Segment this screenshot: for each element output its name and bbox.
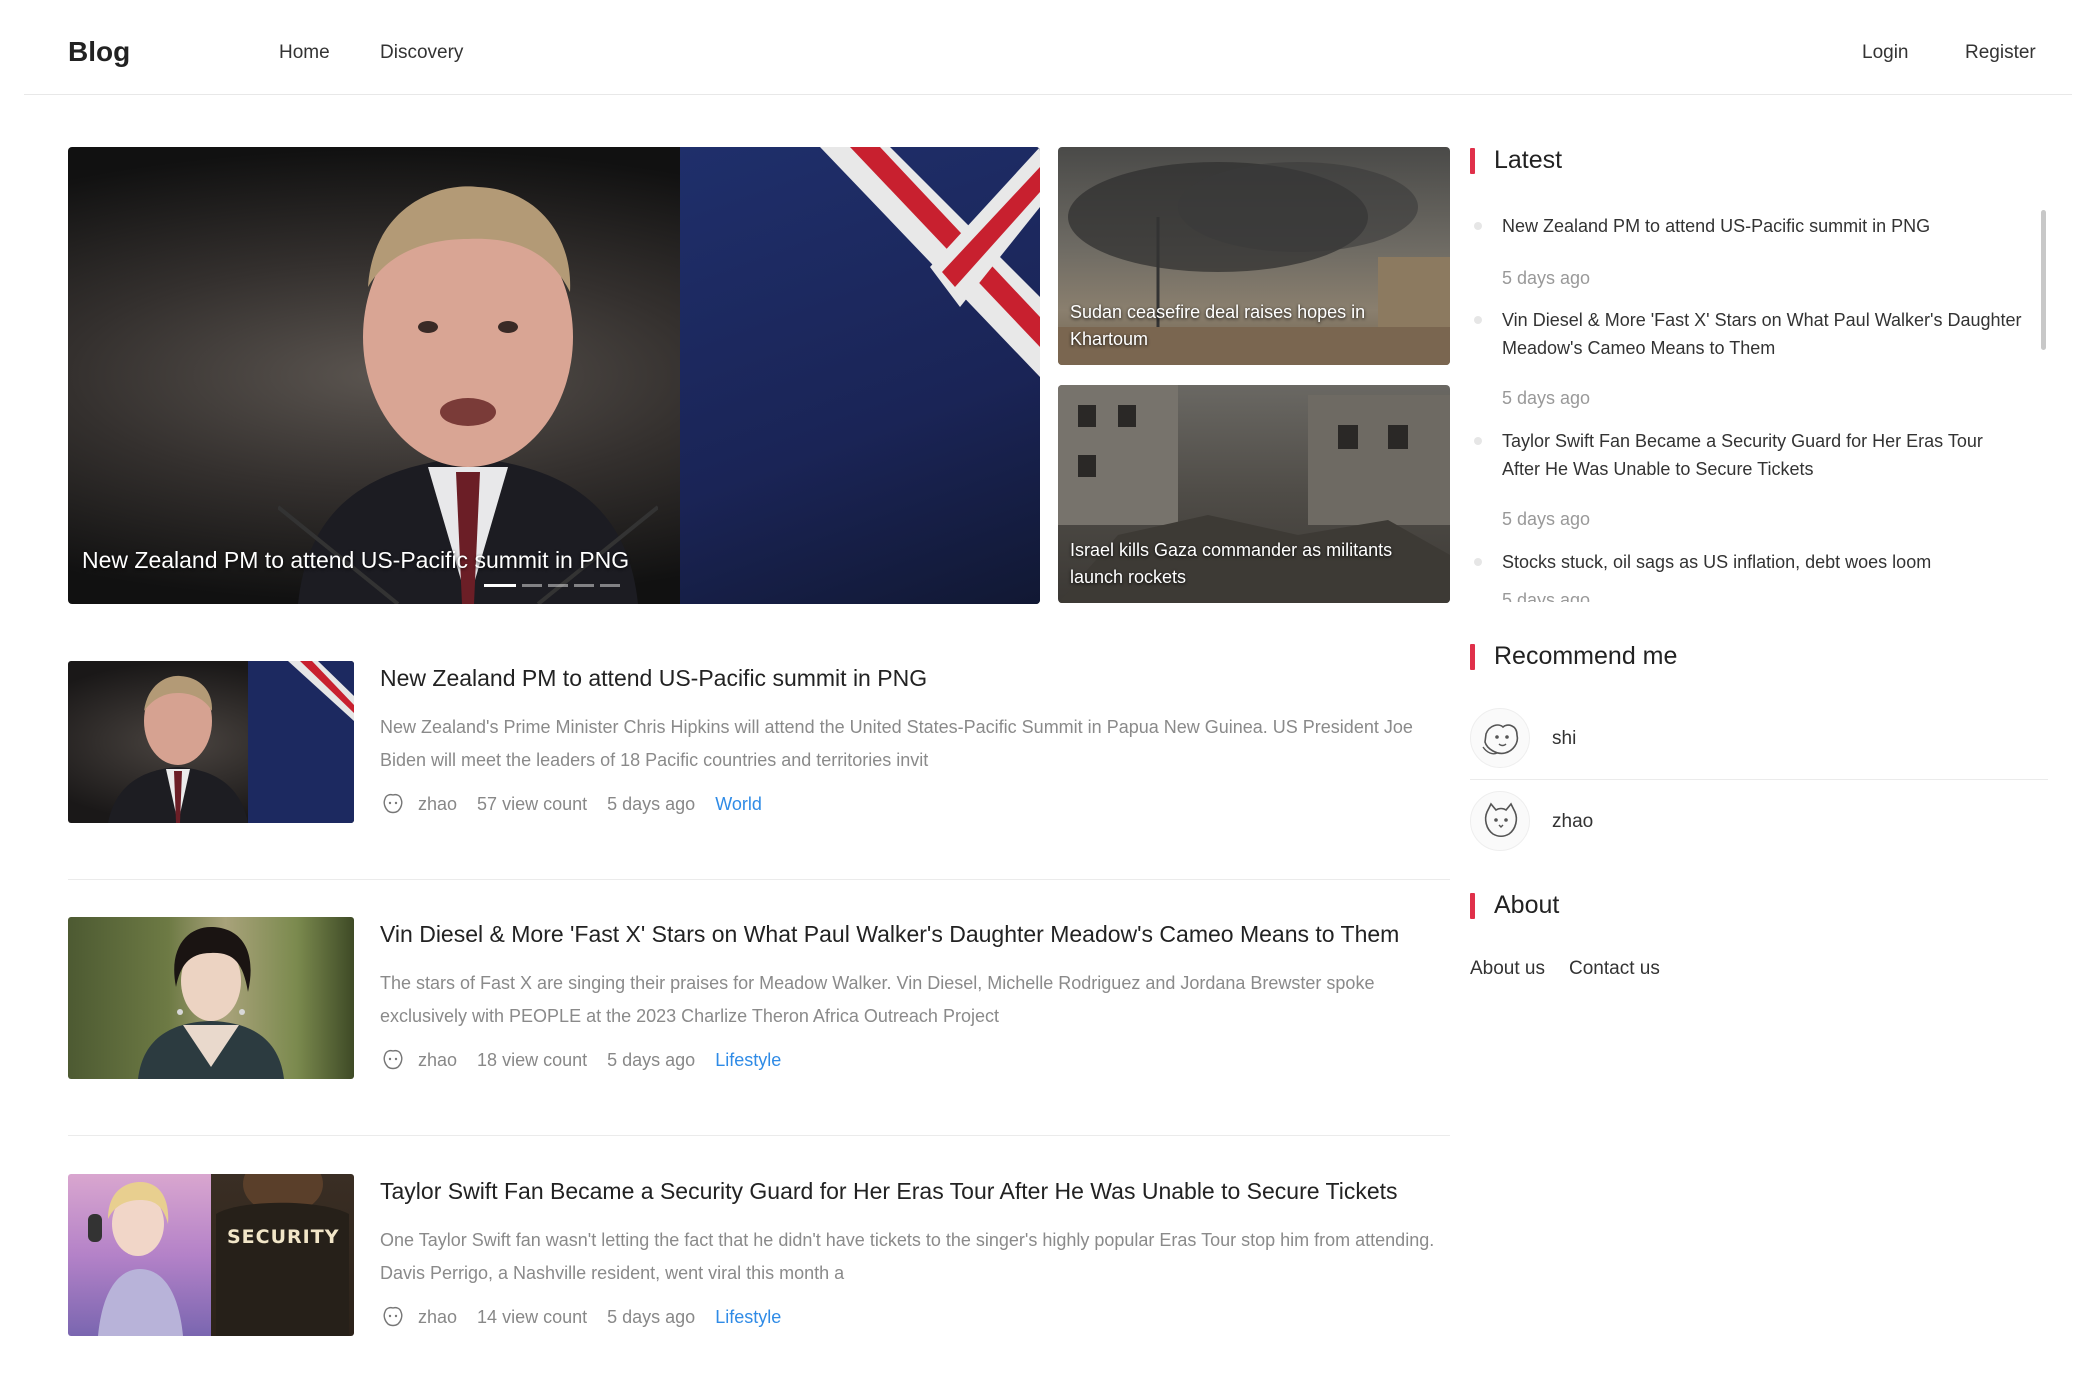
article-meta: zhao 57 view count 5 days ago World bbox=[380, 791, 782, 817]
article-category-link[interactable]: Lifestyle bbox=[715, 1050, 781, 1071]
nav-discovery[interactable]: Discovery bbox=[380, 42, 463, 64]
security-label: SECURITY bbox=[227, 1226, 340, 1248]
carousel-dot-3[interactable] bbox=[548, 584, 568, 587]
article-item[interactable]: New Zealand PM to attend US-Pacific summ… bbox=[68, 661, 1450, 823]
article-title[interactable]: Taylor Swift Fan Became a Security Guard… bbox=[380, 1178, 1398, 1205]
cat-avatar-icon bbox=[1484, 802, 1518, 838]
latest-item-title[interactable]: Vin Diesel & More 'Fast X' Stars on What… bbox=[1502, 306, 2022, 362]
recommend-divider bbox=[1470, 779, 2048, 780]
hero-title[interactable]: New Zealand PM to attend US-Pacific summ… bbox=[82, 547, 629, 574]
recommend-user-name[interactable]: zhao bbox=[1552, 811, 1593, 833]
timeline-dot bbox=[1474, 316, 1482, 324]
latest-item-time: 5 days ago bbox=[1502, 509, 1591, 529]
carousel-dot-4[interactable] bbox=[574, 584, 594, 587]
latest-item-time: 5 days ago bbox=[1502, 388, 1591, 408]
article-meta: zhao 18 view count 5 days ago Lifestyle bbox=[380, 1047, 801, 1073]
recommend-user[interactable]: shi bbox=[1470, 700, 2048, 780]
article-views: 18 view count bbox=[477, 1049, 588, 1070]
author-avatar-icon bbox=[383, 1049, 403, 1070]
latest-scrollbar[interactable] bbox=[2041, 210, 2046, 350]
top-nav-bar: Blog Home Discovery Login Register bbox=[24, 0, 2072, 95]
latest-item-title[interactable]: New Zealand PM to attend US-Pacific summ… bbox=[1502, 212, 2022, 240]
article-category-link[interactable]: World bbox=[715, 794, 762, 815]
carousel-indicators bbox=[484, 584, 620, 587]
recommend-user[interactable]: zhao bbox=[1470, 783, 2048, 863]
side-card-caption: Israel kills Gaza commander as militants… bbox=[1070, 540, 1393, 587]
login-link[interactable]: Login bbox=[1862, 42, 1909, 64]
latest-section-title: Latest bbox=[1470, 146, 1562, 175]
article-category-link[interactable]: Lifestyle bbox=[715, 1307, 781, 1328]
article-description: New Zealand's Prime Minister Chris Hipki… bbox=[380, 717, 1413, 770]
article-divider bbox=[68, 879, 1450, 880]
latest-item-title[interactable]: Taylor Swift Fan Became a Security Guard… bbox=[1502, 427, 2022, 483]
about-section-title: About bbox=[1470, 891, 1559, 920]
article-author[interactable]: zhao bbox=[418, 1307, 457, 1328]
site-logo[interactable]: Blog bbox=[68, 36, 130, 68]
article-author[interactable]: zhao bbox=[418, 794, 457, 815]
article-views: 57 view count bbox=[477, 793, 588, 814]
timeline-dot bbox=[1474, 222, 1482, 230]
hero-flag-image bbox=[680, 147, 1040, 604]
article-thumbnail[interactable]: SECURITY bbox=[68, 1174, 354, 1336]
side-card-sudan[interactable]: Sudan ceasefire deal raises hopes in Kha… bbox=[1058, 147, 1450, 365]
article-item[interactable]: Vin Diesel & More 'Fast X' Stars on What… bbox=[68, 917, 1450, 1079]
side-card-caption: Sudan ceasefire deal raises hopes in Kha… bbox=[1070, 302, 1366, 349]
timeline-dot bbox=[1474, 558, 1482, 566]
article-thumbnail[interactable] bbox=[68, 661, 354, 823]
article-description: One Taylor Swift fan wasn't letting the … bbox=[380, 1230, 1435, 1283]
latest-item-time: 5 days ago bbox=[1502, 268, 1591, 288]
user-avatar[interactable] bbox=[1470, 791, 1530, 851]
recommend-section-title: Recommend me bbox=[1470, 642, 1677, 671]
nav-home[interactable]: Home bbox=[279, 42, 330, 64]
article-thumbnail[interactable] bbox=[68, 917, 354, 1079]
latest-list[interactable]: New Zealand PM to attend US-Pacific summ… bbox=[1470, 200, 2048, 602]
contact-us-link[interactable]: Contact us bbox=[1569, 958, 1660, 980]
hero-person-image bbox=[278, 186, 658, 604]
article-divider bbox=[68, 1135, 1450, 1136]
timeline-dot bbox=[1474, 437, 1482, 445]
hero-carousel[interactable]: New Zealand PM to attend US-Pacific summ… bbox=[68, 147, 1040, 604]
article-time: 5 days ago bbox=[607, 1306, 696, 1327]
carousel-dot-1[interactable] bbox=[484, 584, 516, 587]
article-title[interactable]: Vin Diesel & More 'Fast X' Stars on What… bbox=[380, 921, 1399, 948]
article-views: 14 view count bbox=[477, 1306, 588, 1327]
article-description: The stars of Fast X are singing their pr… bbox=[380, 973, 1375, 1026]
article-title[interactable]: New Zealand PM to attend US-Pacific summ… bbox=[380, 665, 927, 692]
article-time: 5 days ago bbox=[607, 1049, 696, 1070]
author-avatar-icon bbox=[383, 793, 403, 814]
dog-avatar-icon bbox=[1482, 724, 1519, 755]
article-author[interactable]: zhao bbox=[418, 1050, 457, 1071]
user-avatar[interactable] bbox=[1470, 708, 1530, 768]
about-us-link[interactable]: About us bbox=[1470, 958, 1545, 980]
author-avatar-icon bbox=[383, 1306, 403, 1327]
article-item[interactable]: SECURITY Taylor Swift Fan Became a Secur… bbox=[68, 1174, 1450, 1336]
latest-item-time: 5 days ago bbox=[1502, 590, 1591, 602]
latest-item-title[interactable]: Stocks stuck, oil sags as US inflation, … bbox=[1502, 548, 2022, 576]
carousel-dot-5[interactable] bbox=[600, 584, 620, 587]
article-meta: zhao 14 view count 5 days ago Lifestyle bbox=[380, 1304, 801, 1330]
register-link[interactable]: Register bbox=[1965, 42, 2036, 64]
recommend-user-name[interactable]: shi bbox=[1552, 728, 1576, 750]
carousel-dot-2[interactable] bbox=[522, 584, 542, 587]
side-card-gaza[interactable]: Israel kills Gaza commander as militants… bbox=[1058, 385, 1450, 603]
article-time: 5 days ago bbox=[607, 793, 696, 814]
